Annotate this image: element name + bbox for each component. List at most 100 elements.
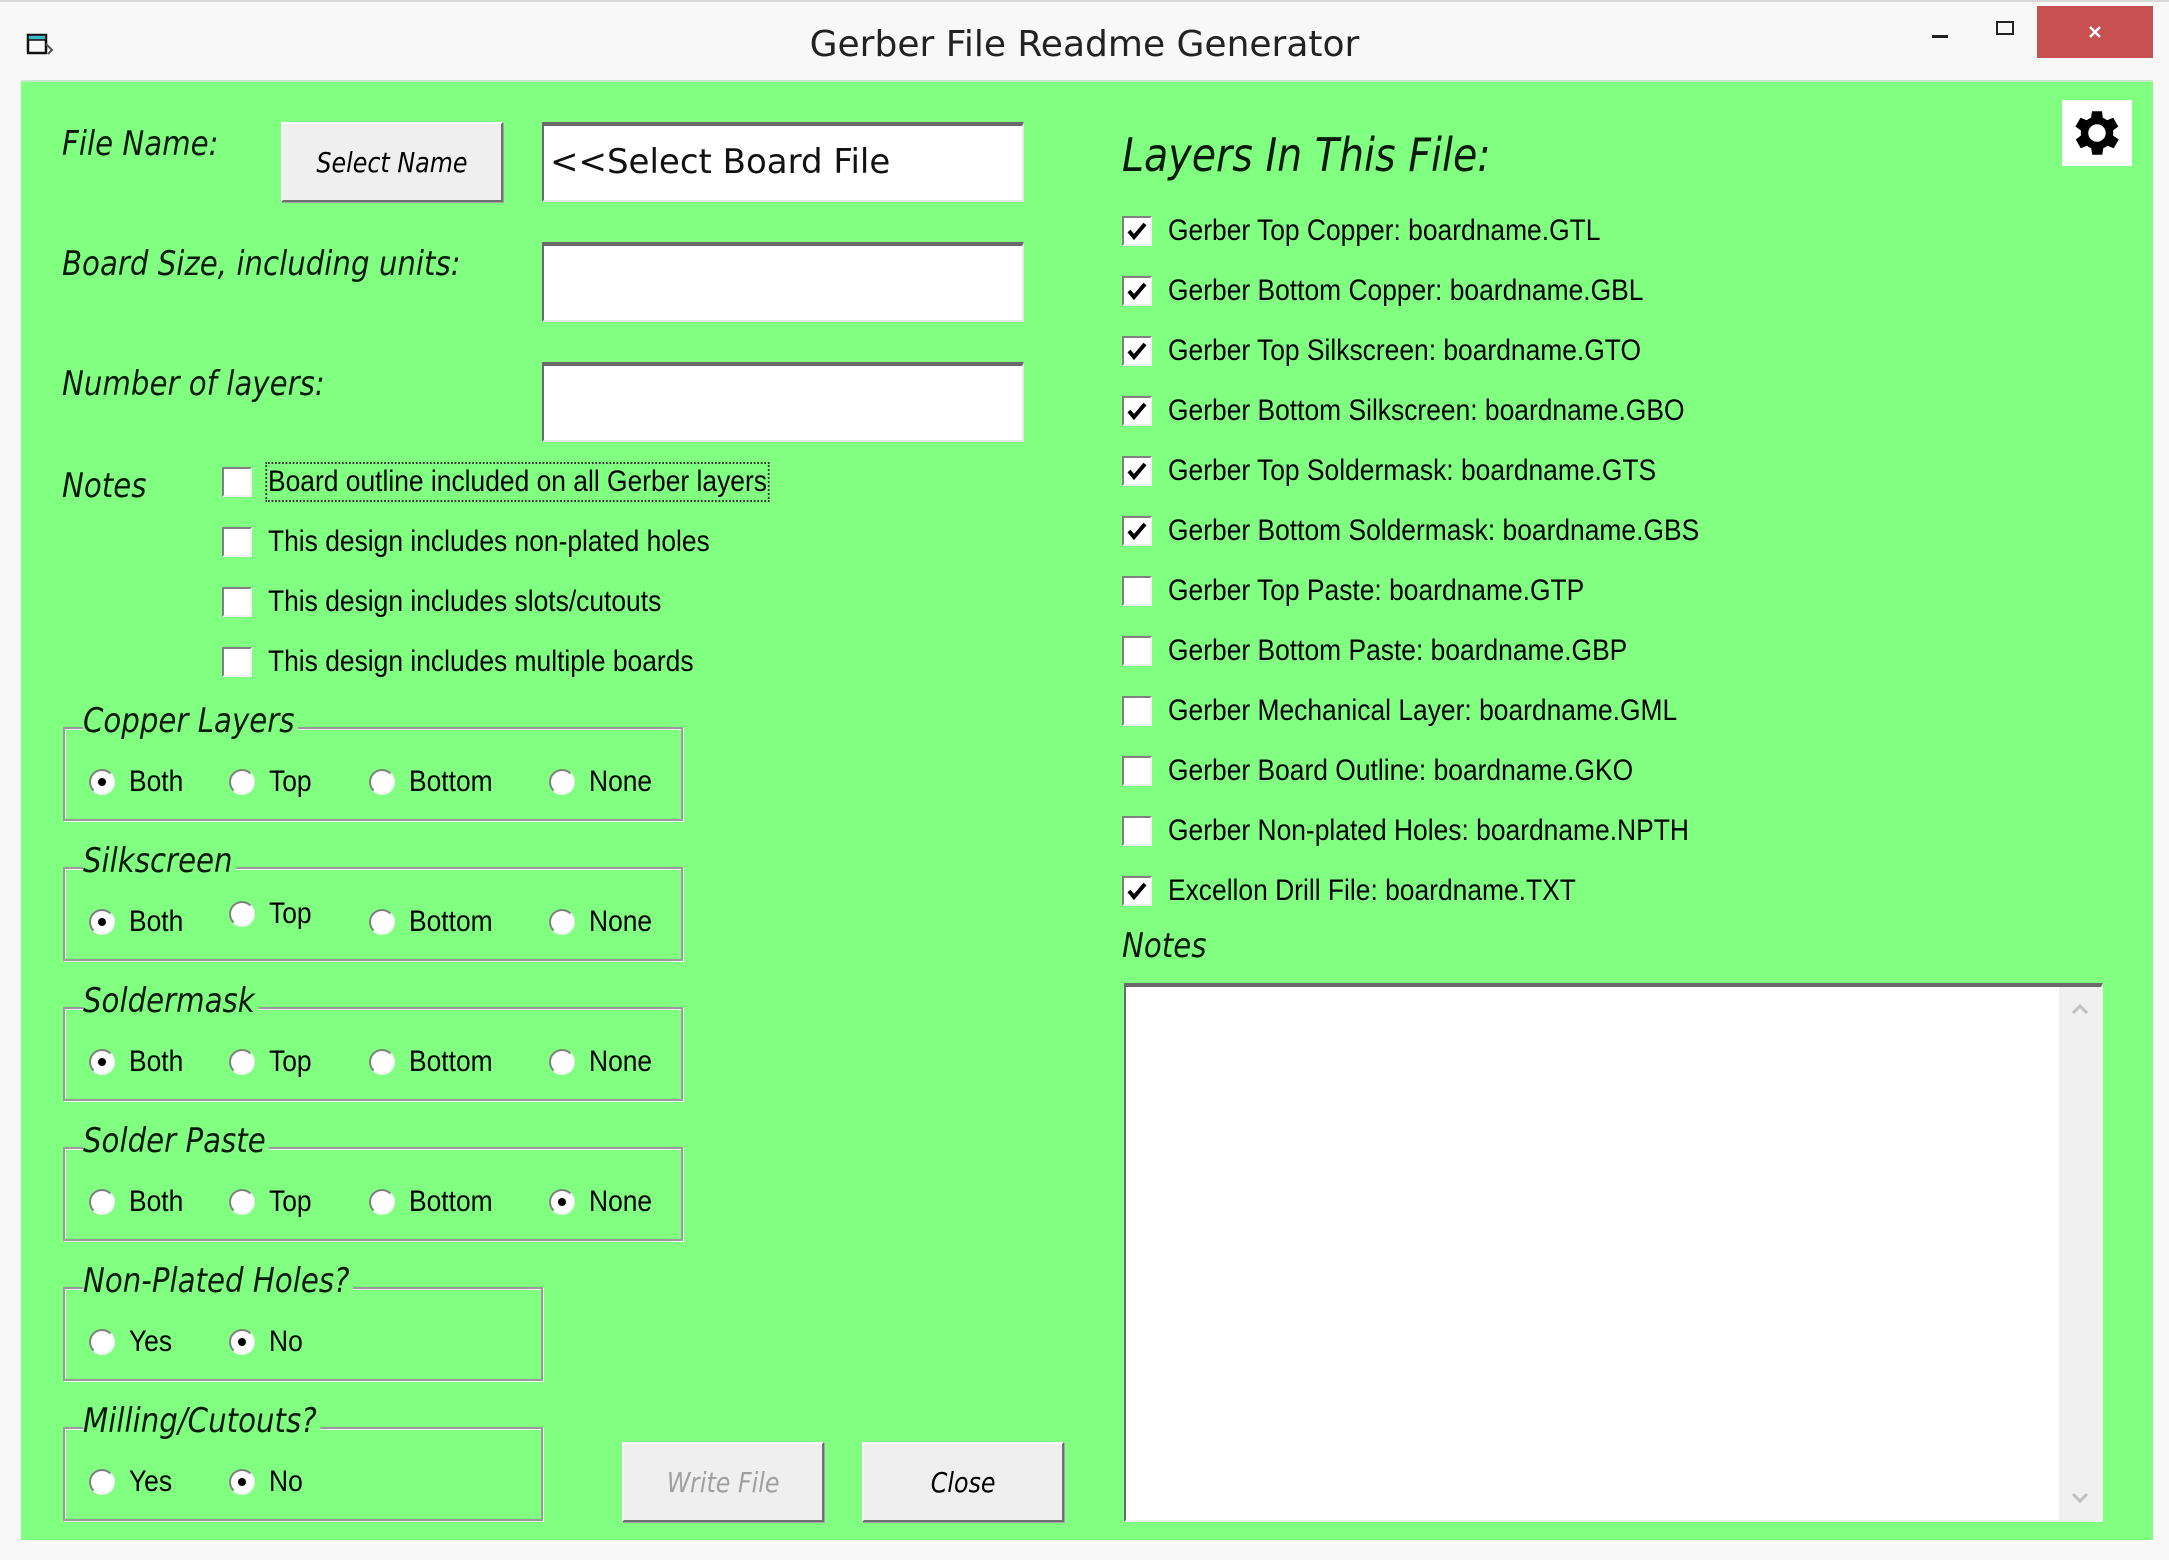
radio-option-label: Bottom (409, 765, 493, 798)
write-file-button[interactable]: Write File (622, 1442, 824, 1522)
checkbox-checked[interactable] (1122, 216, 1152, 246)
radio-option[interactable]: Top (229, 1185, 317, 1219)
layer-item[interactable]: Gerber Top Paste: boardname.GTP (1122, 571, 1641, 611)
layers-title: Layers In This File: (1122, 128, 1491, 182)
radio-button[interactable] (89, 1189, 115, 1215)
layer-item[interactable]: Gerber Mechanical Layer: boardname.GML (1122, 691, 1747, 731)
notes-textarea[interactable] (1124, 983, 2103, 1522)
radio-option[interactable]: Both (89, 765, 191, 799)
close-button[interactable]: Close (862, 1442, 1064, 1522)
checkbox[interactable] (1122, 696, 1152, 726)
radio-option[interactable]: Top (229, 1045, 317, 1079)
layer-item[interactable]: Gerber Bottom Soldermask: boardname.GBS (1122, 511, 1772, 551)
radio-button[interactable] (89, 1469, 115, 1495)
checkbox[interactable] (1122, 756, 1152, 786)
radio-option[interactable]: Both (89, 1185, 191, 1219)
radio-button[interactable] (549, 909, 575, 935)
title-bar: Gerber File Readme Generator (0, 0, 2169, 80)
checkbox[interactable] (222, 587, 252, 617)
radio-option[interactable]: Bottom (369, 905, 504, 939)
checkbox[interactable] (1122, 636, 1152, 666)
maximize-button[interactable] (1970, 6, 2040, 58)
radio-selected[interactable] (89, 1049, 115, 1075)
radio-button[interactable] (229, 769, 255, 795)
checkbox-checked[interactable] (1122, 396, 1152, 426)
close-window-button[interactable] (2037, 6, 2153, 58)
radio-button[interactable] (229, 1189, 255, 1215)
layer-item[interactable]: Gerber Bottom Copper: boardname.GBL (1122, 271, 1708, 311)
radio-option[interactable]: No (229, 1465, 307, 1499)
radio-selected[interactable] (229, 1469, 255, 1495)
checkbox-checked[interactable] (1122, 516, 1152, 546)
radio-option[interactable]: Yes (89, 1325, 178, 1359)
radio-group: Silkscreen Both Top Bottom None (63, 841, 683, 961)
checkbox[interactable] (1122, 576, 1152, 606)
checkbox-checked[interactable] (1122, 336, 1152, 366)
notes-option[interactable]: This design includes slots/cutouts (222, 582, 715, 622)
gear-icon (2075, 111, 2119, 155)
checkbox[interactable] (222, 647, 252, 677)
radio-option[interactable]: Bottom (369, 765, 504, 799)
radio-selected[interactable] (229, 1329, 255, 1355)
radio-option[interactable]: Top (229, 765, 317, 799)
radio-button[interactable] (549, 769, 575, 795)
select-name-button[interactable]: Select Name (281, 122, 503, 202)
number-of-layers-input[interactable] (542, 362, 1024, 442)
radio-button[interactable] (229, 1049, 255, 1075)
layer-item[interactable]: Gerber Board Outline: boardname.GKO (1122, 751, 1697, 791)
checkbox[interactable] (222, 527, 252, 557)
radio-option[interactable]: Bottom (369, 1185, 504, 1219)
file-name-input[interactable] (542, 122, 1024, 202)
board-size-input[interactable] (542, 242, 1024, 322)
scroll-up-icon[interactable] (2071, 1003, 2089, 1015)
checkbox-checked[interactable] (1122, 876, 1152, 906)
layer-item[interactable]: Gerber Top Soldermask: boardname.GTS (1122, 451, 1723, 491)
radio-option-label: Top (269, 765, 312, 798)
radio-button[interactable] (369, 909, 395, 935)
notes-option[interactable]: This design includes non-plated holes (222, 522, 770, 562)
radio-option[interactable]: Both (89, 1045, 191, 1079)
radio-option[interactable]: None (549, 1185, 661, 1219)
notes-scrollbar[interactable] (2059, 987, 2101, 1520)
radio-selected[interactable] (549, 1189, 575, 1215)
minimize-button[interactable] (1905, 6, 1975, 58)
radio-option[interactable]: Top (229, 897, 317, 931)
scroll-down-icon[interactable] (2071, 1492, 2089, 1504)
checkbox[interactable] (1122, 816, 1152, 846)
radio-selected[interactable] (89, 769, 115, 795)
checkbox-checked[interactable] (1122, 276, 1152, 306)
radio-group: Copper Layers Both Top Bottom None (63, 701, 683, 821)
radio-button[interactable] (369, 769, 395, 795)
radio-button[interactable] (369, 1189, 395, 1215)
radio-option-label: Yes (129, 1325, 173, 1358)
radio-selected[interactable] (89, 909, 115, 935)
layer-item[interactable]: Gerber Top Copper: boardname.GTL (1122, 211, 1659, 251)
radio-option[interactable]: None (549, 765, 661, 799)
radio-group-title: Silkscreen (83, 841, 237, 881)
select-name-label: Select Name (316, 145, 468, 179)
layer-item[interactable]: Excellon Drill File: boardname.TXT (1122, 871, 1632, 911)
radio-button[interactable] (369, 1049, 395, 1075)
radio-option[interactable]: Bottom (369, 1045, 504, 1079)
radio-option[interactable]: Yes (89, 1465, 178, 1499)
radio-button[interactable] (229, 901, 255, 927)
radio-option-label: Both (129, 1185, 184, 1218)
radio-option[interactable]: None (549, 905, 661, 939)
radio-option[interactable]: None (549, 1045, 661, 1079)
radio-button[interactable] (549, 1049, 575, 1075)
minimize-icon (1932, 34, 1948, 38)
layer-item-label: Gerber Non-plated Holes: boardname.NPTH (1168, 814, 1689, 847)
radio-option[interactable]: No (229, 1325, 307, 1359)
notes-option[interactable]: This design includes multiple boards (222, 642, 752, 682)
notes-option[interactable]: Board outline included on all Gerber lay… (222, 462, 835, 502)
checkbox-checked[interactable] (1122, 456, 1152, 486)
radio-option[interactable]: Both (89, 905, 191, 939)
radio-group: Non-Plated Holes? Yes No (63, 1261, 543, 1381)
radio-button[interactable] (89, 1329, 115, 1355)
checkbox[interactable] (222, 467, 252, 497)
layer-item[interactable]: Gerber Non-plated Holes: boardname.NPTH (1122, 811, 1760, 851)
layer-item[interactable]: Gerber Top Silkscreen: boardname.GTO (1122, 331, 1705, 371)
layer-item[interactable]: Gerber Bottom Paste: boardname.GBP (1122, 631, 1690, 671)
layer-item[interactable]: Gerber Bottom Silkscreen: boardname.GBO (1122, 391, 1755, 431)
settings-button[interactable] (2062, 100, 2132, 166)
